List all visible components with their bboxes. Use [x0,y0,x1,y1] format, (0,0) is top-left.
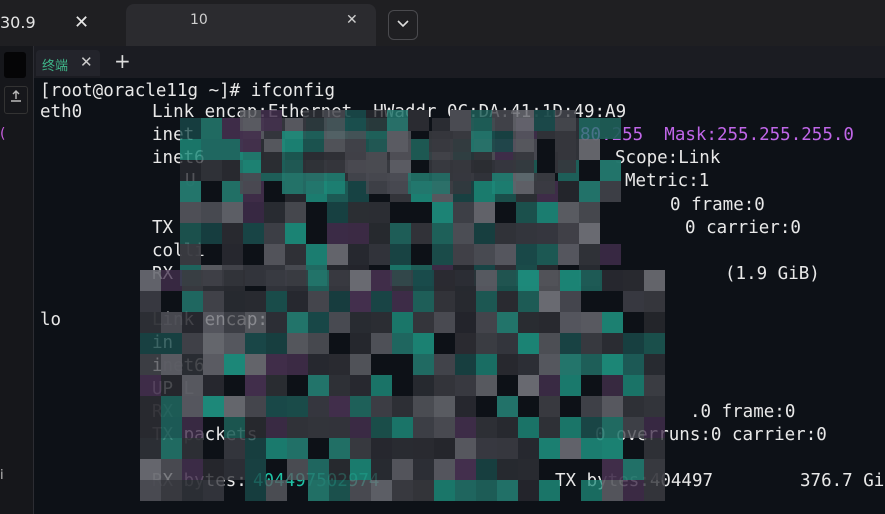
divider [33,46,34,514]
left-sidebar: ( i [0,46,33,514]
terminal-line: 0 carrier:0 [685,218,801,238]
terminal-tab-label: 终端 [42,59,69,74]
terminal-line: inet6 [152,148,205,168]
chevron-down-icon [397,20,409,28]
upload-icon [11,90,21,102]
terminal-tab-bar: 终端 ✕ + [34,46,885,78]
terminal-line: Link encap: [152,310,268,330]
browser-tab-title: 30.9 [0,13,36,32]
sidebar-marker: ( [0,126,6,142]
terminal-line: UP L [152,379,195,399]
terminal-line: .0 frame:0 [690,402,796,422]
terminal-line: 80.255 Mask:255.255.255.0 [580,125,854,145]
terminal-line: TX packets [152,425,258,445]
terminal-line: in [152,333,174,353]
terminal-line: 376.7 Gi [800,471,885,491]
terminal-line: inet [152,125,195,145]
terminal-line: TX [152,218,174,238]
terminal-line: inet6 [152,356,205,376]
browser-tab-bar: 30.9 ✕ 10 ✕ [0,0,885,46]
terminal-line: 404497502974 [253,471,380,491]
terminal-line: U [185,171,196,191]
terminal-line: RX bytes: [152,471,247,491]
tab-list-dropdown-button[interactable] [388,10,418,40]
terminal-line: RX [152,402,174,422]
upload-button[interactable] [4,86,28,114]
terminal-line: TX bytes:404497 [555,471,714,491]
close-icon[interactable]: ✕ [74,6,89,40]
terminal-line: Metric:1 [625,171,710,191]
browser-tab-previous[interactable]: 30.9 ✕ [0,6,110,40]
close-icon[interactable]: ✕ [80,53,93,71]
terminal-line: 0 overruns:0 carrier:0 [595,425,827,445]
browser-tab-title: 10 [190,12,208,28]
terminal-line: colli [152,241,205,261]
terminal-line: (1.9 GiB) [725,264,820,284]
terminal-output[interactable]: [root@oracle11g ~]# ifconfig eth0 Link e… [40,80,885,514]
terminal-prompt: [root@oracle11g ~]# ifconfig [40,81,336,101]
terminal-line: RX [152,264,174,284]
browser-tab-active[interactable]: 10 ✕ [126,4,376,46]
close-icon[interactable]: ✕ [346,12,358,28]
terminal-line: Link encap:Ethernet HWaddr 0C:DA:41:1D:4… [152,102,627,122]
terminal-line: 0 frame:0 [670,195,765,215]
interface-name: eth0 [40,102,83,122]
terminal-tab[interactable]: 终端 ✕ [36,50,100,76]
terminal-line: Scope:Link [615,148,721,168]
sidebar-marker: i [0,468,4,483]
interface-name: lo [40,310,62,330]
new-tab-button[interactable]: + [114,49,131,73]
sidebar-slot[interactable] [4,52,26,78]
